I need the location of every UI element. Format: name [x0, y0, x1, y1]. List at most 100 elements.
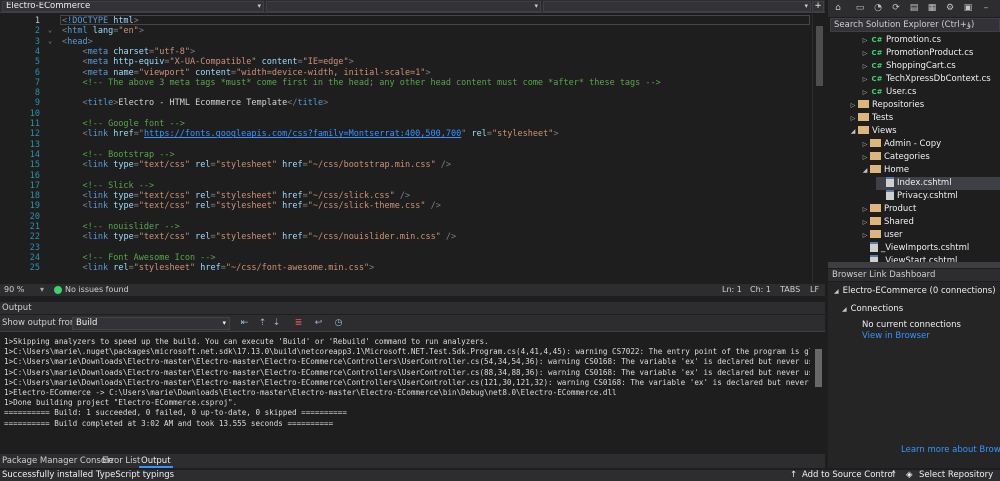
timestamp-icon[interactable]: ◷ — [332, 317, 345, 330]
eol-indicator[interactable]: LF — [810, 284, 819, 296]
add-to-source-control[interactable]: Add to Source Control — [802, 470, 895, 481]
learn-more-link[interactable]: Learn more about Browser Li — [901, 445, 1000, 455]
chevron-right-icon[interactable]: ▷ — [860, 86, 870, 99]
chevron-right-icon[interactable]: ▷ — [848, 112, 858, 125]
tree-item[interactable]: ▷ C# Promotion.cs — [860, 34, 1000, 47]
connections-node[interactable]: ◢ Connections — [842, 304, 903, 314]
properties-icon[interactable]: ⚙ — [944, 2, 956, 14]
code-line[interactable]: <link type="text/css" rel="stylesheet" h… — [62, 201, 440, 211]
tree-item[interactable]: ▷ Product — [860, 203, 1000, 216]
tab-package-manager-console[interactable]: Package Manager Console — [0, 454, 116, 468]
find-message-icon[interactable]: ⇤ — [238, 317, 251, 330]
go-to-next-icon[interactable]: ⇣ — [270, 317, 283, 330]
chevron-right-icon[interactable]: ▷ — [860, 34, 870, 47]
code-line[interactable]: <meta charset="utf-8"> — [62, 47, 195, 57]
code-line[interactable]: <meta name="viewport" content="width=dev… — [62, 68, 430, 78]
project-node[interactable]: ◢ Electro-ECommerce (0 connections) — [834, 286, 996, 296]
tree-item[interactable]: ▷ user — [860, 229, 1000, 242]
tabs-indicator[interactable]: TABS — [780, 284, 800, 296]
chevron-right-icon[interactable]: ▷ — [860, 47, 870, 60]
word-wrap-icon[interactable]: ↩ — [312, 317, 325, 330]
solution-search-input[interactable]: Search Solution Explorer (Ctrl+ؤ) — [830, 18, 1000, 32]
tree-item[interactable]: ▷ C# TechXpressDbContext.cs — [860, 73, 1000, 86]
output-text[interactable]: 1>Skipping analyzers to speed up the bui… — [0, 335, 810, 453]
sync-icon[interactable]: ⟳ — [890, 2, 902, 14]
scrollbar-thumb[interactable] — [816, 26, 823, 86]
code-line[interactable]: <!DOCTYPE html> — [62, 16, 139, 26]
home-icon[interactable]: ⌂ — [832, 2, 844, 14]
tree-item[interactable]: ▷ C# PromotionProduct.cs — [860, 47, 1000, 60]
code-line[interactable]: <link type="text/css" rel="stylesheet" h… — [62, 160, 451, 170]
scrollbar-thumb[interactable] — [815, 349, 822, 387]
member-combo[interactable]: ▾ — [543, 1, 811, 12]
output-source-select[interactable]: Build ▾ — [72, 317, 230, 330]
line-number: 13 — [29, 139, 40, 150]
chevron-right-icon[interactable]: ▷ — [860, 138, 870, 151]
chevron-right-icon[interactable]: ▷ — [860, 73, 870, 86]
code-area[interactable]: <!DOCTYPE html> <html lang="en"> <head> <m… — [60, 14, 810, 283]
project-combo[interactable]: Electro-ECommerce ▾ — [2, 1, 264, 12]
solution-horizontal-scrollbar[interactable] — [828, 262, 1000, 268]
tree-item[interactable]: ▷ C# User.cs — [860, 86, 1000, 99]
tree-item[interactable]: ◢ Home — [860, 164, 1000, 177]
chevron-right-icon[interactable]: ▷ — [860, 229, 870, 242]
show-all-files-icon[interactable]: ▦ — [926, 2, 938, 14]
line-indicator[interactable]: Ln: 1 — [722, 284, 742, 296]
code-line[interactable]: <link href="https://fonts.googleapis.com… — [62, 129, 558, 139]
current-line-highlight — [60, 15, 810, 25]
tree-item[interactable]: ◢ Views — [848, 125, 1000, 138]
switch-views-icon[interactable]: ▭ — [854, 2, 866, 14]
code-line[interactable]: <!-- The above 3 meta tags *must* come f… — [62, 78, 660, 88]
tree-item[interactable]: _ViewImports.cshtml — [860, 242, 1000, 255]
tree-item[interactable]: Index.cshtml — [876, 177, 1000, 190]
chevron-right-icon[interactable]: ▷ — [860, 60, 870, 73]
tree-item[interactable]: ▷ Tests — [848, 112, 1000, 125]
split-editor-button[interactable]: + — [812, 1, 824, 12]
code-line[interactable]: <html lang="en"> — [62, 26, 144, 36]
chevron-right-icon[interactable]: ▷ — [860, 216, 870, 229]
code-line[interactable]: <meta http-equiv="X-UA-Compatible" conte… — [62, 57, 353, 67]
code-line[interactable]: <!-- Bootstrap --> — [62, 150, 174, 160]
char-indicator[interactable]: Ch: 1 — [750, 284, 771, 296]
tree-item-label: Privacy.cshtml — [897, 191, 958, 201]
chevron-right-icon[interactable]: ▷ — [848, 99, 858, 112]
select-repository[interactable]: Select Repository — [919, 470, 993, 481]
chevron-right-icon[interactable]: ▷ — [860, 151, 870, 164]
tree-item[interactable]: Privacy.cshtml — [876, 190, 1000, 203]
scope-combo[interactable]: ▾ — [266, 1, 541, 12]
code-line[interactable]: <link rel="stylesheet" href="~/css/font-… — [62, 263, 374, 273]
more-options-icon[interactable]: – — [980, 2, 992, 14]
chevron-right-icon[interactable]: ▷ — [860, 203, 870, 216]
tree-item[interactable]: ▷ Repositories — [848, 99, 1000, 112]
tab-error-list[interactable]: Error List — [100, 454, 142, 468]
code-line[interactable]: <link type="text/css" rel="stylesheet" h… — [62, 191, 410, 201]
tree-item[interactable]: ▷ Categories — [860, 151, 1000, 164]
fold-toggle-icon[interactable]: ⌄ — [48, 26, 52, 34]
code-line[interactable]: <!-- Slick --> — [62, 181, 154, 191]
tree-item[interactable]: ▷ C# ShoppingCart.cs — [860, 60, 1000, 73]
code-editor[interactable]: 1 2 ⌄ 3 ⌄ 4 5 6 7 8 9 10 11 12 13 14 15 16 17 18 19 20 21 22 23 2… — [0, 14, 825, 283]
issues-status[interactable]: No issues found — [65, 284, 129, 296]
code-line[interactable]: <!-- nouislider --> — [62, 222, 179, 232]
editor-vertical-scrollbar[interactable] — [812, 14, 825, 283]
pending-changes-icon[interactable]: ◔ — [872, 2, 884, 14]
zoom-dropdown-icon[interactable]: ▾ — [40, 284, 44, 296]
code-line[interactable]: <!-- Font Awesome Icon --> — [62, 253, 215, 263]
go-to-previous-icon[interactable]: ⇡ — [256, 317, 269, 330]
zoom-level[interactable]: 90 % — [4, 284, 24, 296]
code-line[interactable]: <!-- Google font --> — [62, 119, 184, 129]
code-line[interactable]: <title>Electro - HTML Ecommerce Template… — [62, 98, 328, 108]
collapse-all-icon[interactable]: ▤ — [908, 2, 920, 14]
code-line[interactable]: <head> — [62, 37, 93, 47]
code-line[interactable]: <link type="text/css" rel="stylesheet" h… — [62, 232, 456, 242]
output-vertical-scrollbar[interactable] — [812, 335, 825, 453]
tab-output[interactable]: Output — [139, 454, 173, 468]
tree-item[interactable]: ▷ Admin - Copy — [860, 138, 1000, 151]
chevron-down-icon[interactable]: ◢ — [848, 125, 858, 138]
view-in-browser-link[interactable]: View in Browser — [862, 331, 930, 341]
tree-item[interactable]: ▷ Shared — [860, 216, 1000, 229]
chevron-down-icon[interactable]: ◢ — [860, 164, 870, 177]
preview-icon[interactable]: ▣ — [962, 2, 974, 14]
clear-all-icon[interactable]: ≣ — [292, 317, 305, 330]
fold-toggle-icon[interactable]: ⌄ — [48, 37, 52, 45]
